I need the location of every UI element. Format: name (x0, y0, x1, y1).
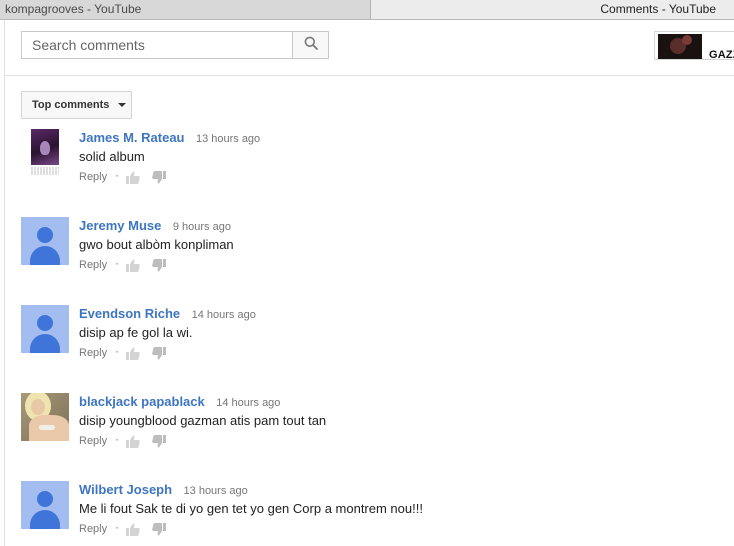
thumbs-up-icon[interactable] (125, 169, 141, 185)
comment-author-link[interactable]: blackjack papablack (79, 394, 205, 409)
reply-button[interactable]: Reply (79, 435, 107, 447)
caret-down-icon (118, 103, 127, 107)
sort-label: Top comments (32, 99, 110, 111)
search-comments-field[interactable] (21, 31, 293, 59)
action-separator: · (115, 168, 120, 182)
related-video-title[interactable]: GAZZ (709, 49, 734, 59)
browser-tab-strip: kompagrooves - YouTube Comments - YouTub… (0, 0, 734, 20)
thumbs-down-icon[interactable] (151, 257, 167, 273)
comment-item: Evendson Riche 14 hours ago disip ap fe … (21, 305, 721, 385)
action-separator: · (115, 344, 120, 358)
thumbs-up-icon[interactable] (125, 521, 141, 537)
action-separator: · (115, 432, 120, 446)
reply-button[interactable]: Reply (79, 171, 107, 183)
comment-text: solid album (79, 149, 145, 164)
avatar[interactable] (21, 217, 69, 265)
comment-item: blackjack papablack 14 hours ago disip y… (21, 393, 721, 473)
avatar[interactable] (31, 129, 59, 177)
comment-timestamp[interactable]: 9 hours ago (173, 221, 231, 233)
comment-item: Jeremy Muse 9 hours ago gwo bout albòm k… (21, 217, 721, 297)
comment-timestamp[interactable]: 14 hours ago (216, 397, 280, 409)
reply-button[interactable]: Reply (79, 523, 107, 535)
tab-kompagrooves[interactable]: kompagrooves - YouTube (0, 0, 371, 19)
comment-item: James M. Rateau 13 hours ago solid album… (21, 129, 721, 209)
avatar[interactable] (21, 393, 69, 441)
comment-author-link[interactable]: Evendson Riche (79, 306, 180, 321)
thumbs-down-icon[interactable] (151, 521, 167, 537)
page-edge-divider (4, 20, 5, 546)
thumbs-up-icon[interactable] (125, 257, 141, 273)
thumbs-down-icon[interactable] (151, 433, 167, 449)
comment-timestamp[interactable]: 13 hours ago (184, 485, 248, 497)
comment-text: disip youngblood gazman atis pam tout ta… (79, 413, 327, 428)
comment-timestamp[interactable]: 13 hours ago (196, 133, 260, 145)
reply-button[interactable]: Reply (79, 259, 107, 271)
comment-author-link[interactable]: Jeremy Muse (79, 218, 161, 233)
comment-text: Me li fout Sak te di yo gen tet yo gen C… (79, 501, 423, 516)
thumbs-up-icon[interactable] (125, 345, 141, 361)
thumbs-down-icon[interactable] (151, 345, 167, 361)
comment-text: disip ap fe gol la wi. (79, 325, 193, 340)
search-button[interactable] (292, 31, 329, 59)
tab-comments[interactable]: Comments - YouTube (371, 0, 734, 19)
comment-author-link[interactable]: James M. Rateau (79, 130, 185, 145)
thumbs-down-icon[interactable] (151, 169, 167, 185)
action-separator: · (115, 256, 120, 270)
comment-timestamp[interactable]: 14 hours ago (192, 309, 256, 321)
avatar[interactable] (21, 305, 69, 353)
thumbs-up-icon[interactable] (125, 433, 141, 449)
comment-text: gwo bout albòm konpliman (79, 237, 234, 252)
section-divider (5, 75, 734, 76)
avatar[interactable] (21, 481, 69, 529)
action-separator: · (115, 520, 120, 534)
video-thumbnail[interactable] (658, 34, 702, 59)
comment-author-link[interactable]: Wilbert Joseph (79, 482, 172, 497)
reply-button[interactable]: Reply (79, 347, 107, 359)
sort-comments-dropdown[interactable]: Top comments (21, 91, 132, 119)
related-video-card[interactable]: GAZZ (654, 31, 734, 60)
search-icon (304, 36, 318, 55)
search-input[interactable] (22, 32, 293, 58)
comment-item: Wilbert Joseph 13 hours ago Me li fout S… (21, 481, 721, 546)
